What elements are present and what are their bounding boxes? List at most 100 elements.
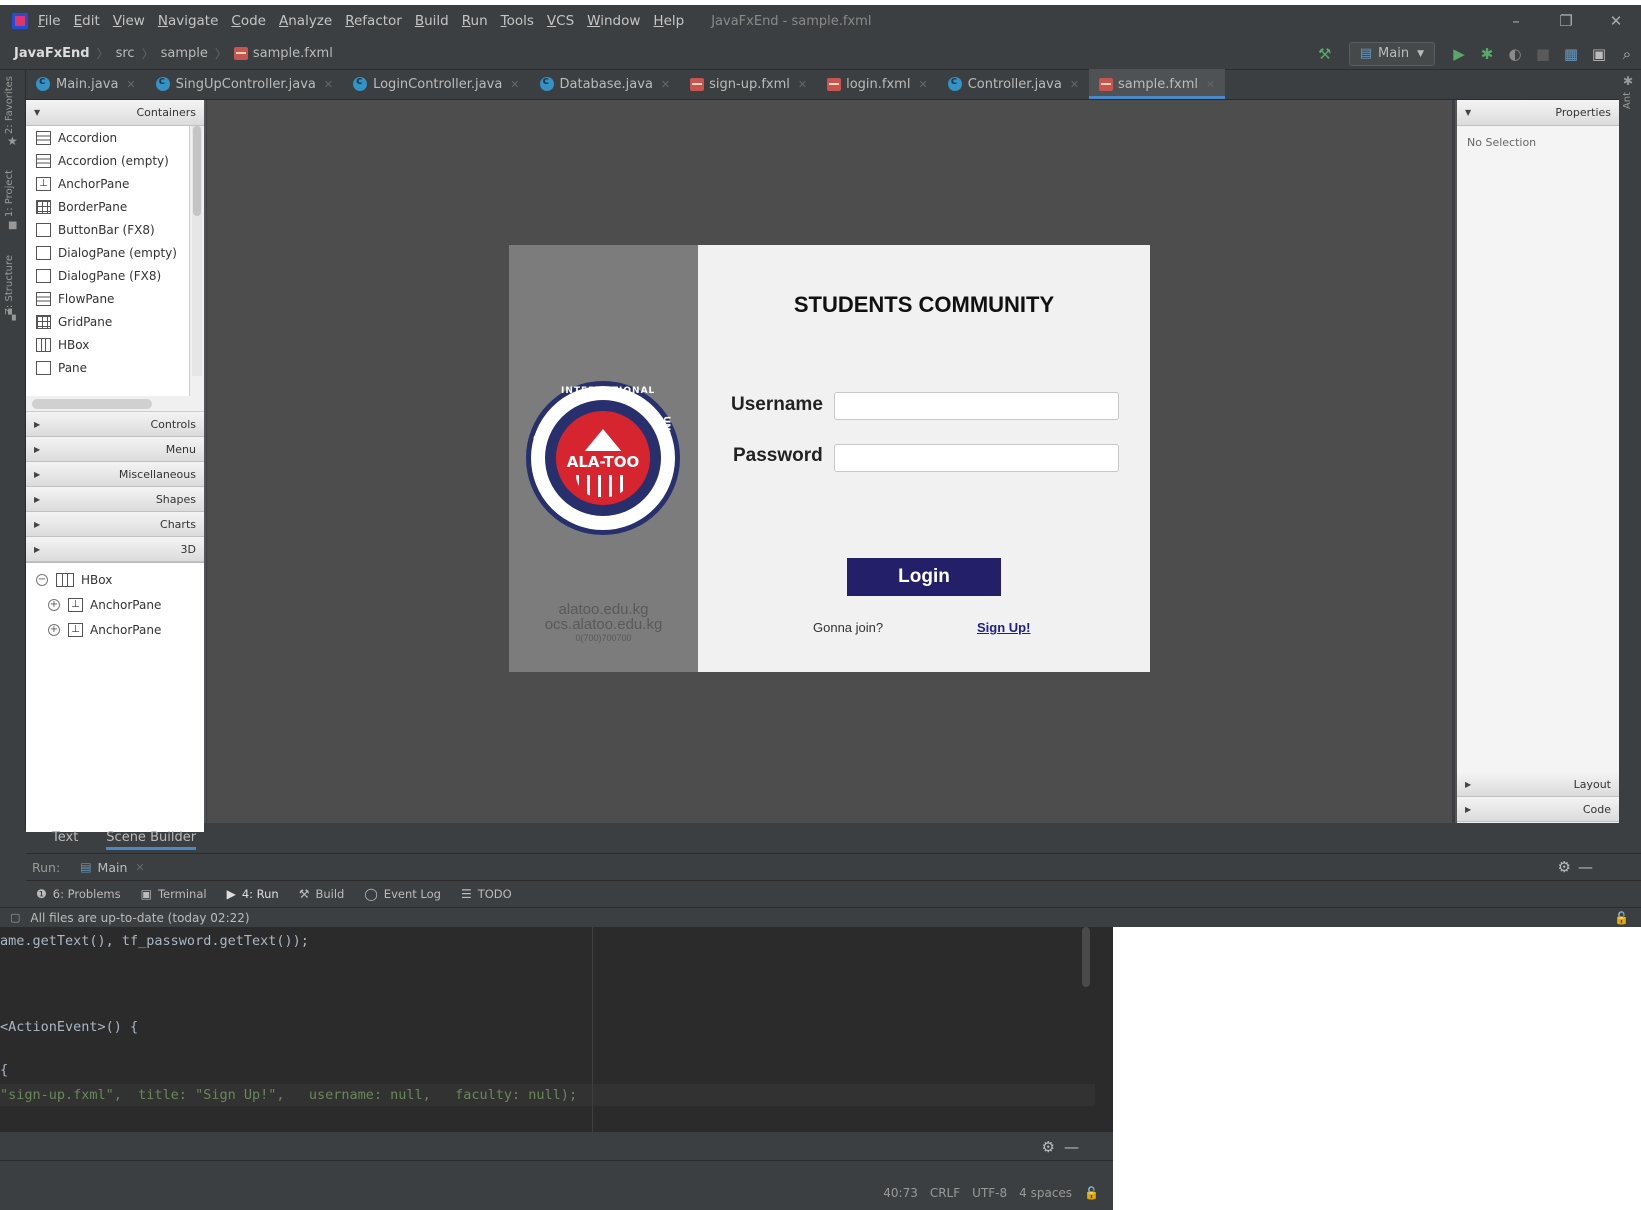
tree-row-anchorpane[interactable]: + ⊥ AnchorPane xyxy=(26,592,204,617)
close-icon[interactable]: ✕ xyxy=(324,78,333,91)
list-item[interactable]: HBox xyxy=(26,333,189,356)
debug-bug-icon[interactable]: ✱ xyxy=(1473,45,1501,63)
close-icon[interactable]: ✕ xyxy=(798,78,807,91)
menu-code[interactable]: Code xyxy=(231,13,266,29)
stop-icon[interactable]: ■ xyxy=(1529,45,1557,63)
section-shapes[interactable]: ▶ Shapes xyxy=(26,487,204,512)
menu-refactor[interactable]: Refactor xyxy=(345,13,402,29)
todo-tool[interactable]: ☰ TODO xyxy=(461,887,512,901)
event-log-tool[interactable]: ◯ Event Log xyxy=(364,887,441,901)
login-left-pane[interactable]: INTERNATIONAL ALA-TOO UNIVERSITY ALA-TOO… xyxy=(509,245,698,672)
run-tool[interactable]: ▶ 4: Run xyxy=(227,887,279,901)
editor-scrollbar-thumb[interactable] xyxy=(1082,927,1090,987)
menu-navigate[interactable]: Navigate xyxy=(158,13,219,29)
list-item[interactable]: ButtonBar (FX8) xyxy=(26,218,189,241)
section-controls[interactable]: ▶ Controls xyxy=(26,412,204,437)
presentation-icon[interactable]: ▣ xyxy=(1585,45,1613,63)
menu-edit[interactable]: Edit xyxy=(74,13,100,29)
close-icon[interactable]: ✕ xyxy=(918,78,927,91)
scrollbar-thumb[interactable] xyxy=(193,126,201,216)
section-menu[interactable]: ▶ Menu xyxy=(26,437,204,462)
breadcrumb-src[interactable]: src xyxy=(116,46,135,61)
build-hammer-icon[interactable]: ⚒ xyxy=(1311,45,1339,63)
scene-builder-canvas[interactable]: INTERNATIONAL ALA-TOO UNIVERSITY ALA-TOO… xyxy=(207,100,1452,823)
list-item[interactable]: FlowPane xyxy=(26,287,189,310)
section-layout[interactable]: ▶ Layout xyxy=(1457,772,1619,797)
restore-icon[interactable]: ❐ xyxy=(1541,12,1591,30)
unlock-icon[interactable]: 🔓 xyxy=(1614,911,1629,925)
file-encoding[interactable]: UTF-8 xyxy=(972,1186,1007,1200)
collapse-icon[interactable]: − xyxy=(36,573,48,586)
tab-scene-builder[interactable]: Scene Builder xyxy=(92,823,210,853)
menu-vcs[interactable]: VCS xyxy=(547,13,574,29)
expand-icon[interactable]: + xyxy=(48,623,60,636)
tab-database-java[interactable]: Database.java ✕ xyxy=(530,69,681,99)
menu-build[interactable]: Build xyxy=(415,13,449,29)
search-icon[interactable]: ⌕ xyxy=(1613,45,1641,63)
close-icon[interactable]: ✕ xyxy=(135,861,144,874)
expand-icon[interactable]: + xyxy=(48,598,60,611)
project-structure-icon[interactable]: ▦ xyxy=(1557,45,1585,63)
terminal-tool[interactable]: ▣ Terminal xyxy=(141,887,207,901)
login-form-preview[interactable]: INTERNATIONAL ALA-TOO UNIVERSITY ALA-TOO… xyxy=(509,245,1150,672)
unlock-icon[interactable]: 🔓 xyxy=(1084,1186,1099,1200)
menu-view[interactable]: View xyxy=(113,13,145,29)
section-code[interactable]: ▶ Code xyxy=(1457,797,1619,822)
layout-icon[interactable]: ▢ xyxy=(10,911,20,924)
caret-position[interactable]: 40:73 xyxy=(883,1186,918,1200)
coverage-icon[interactable]: ◐ xyxy=(1501,45,1529,63)
menu-file[interactable]: File xyxy=(38,13,61,29)
close-icon[interactable]: ✕ xyxy=(661,78,670,91)
username-input[interactable] xyxy=(834,392,1119,420)
run-config-select[interactable]: ▤ Main ▼ xyxy=(1348,41,1435,66)
scrollbar-thumb[interactable] xyxy=(32,399,152,409)
containers-header[interactable]: ▼ Containers xyxy=(26,100,204,126)
build-tool[interactable]: ⚒ Build xyxy=(299,887,345,901)
menu-run[interactable]: Run xyxy=(462,13,488,29)
hide-icon[interactable]: — xyxy=(1578,858,1593,876)
breadcrumb-package[interactable]: sample xyxy=(161,46,208,61)
tab-text[interactable]: Text xyxy=(38,823,92,853)
list-item[interactable]: Pane xyxy=(26,356,189,379)
list-item[interactable]: BorderPane xyxy=(26,195,189,218)
menu-analyze[interactable]: Analyze xyxy=(279,13,332,29)
problems-tool[interactable]: ❶ 6: Problems xyxy=(36,887,121,901)
line-separator[interactable]: CRLF xyxy=(930,1186,960,1200)
login-right-pane[interactable]: STUDENTS COMMUNITY Username Password Log… xyxy=(698,245,1150,672)
indent-setting[interactable]: 4 spaces xyxy=(1019,1186,1072,1200)
tab-login-fxml[interactable]: login.fxml ✕ xyxy=(817,69,938,99)
close-icon[interactable]: ✕ xyxy=(126,78,135,91)
breadcrumb-file[interactable]: sample.fxml xyxy=(253,46,333,61)
ant-tab[interactable]: Ant xyxy=(1622,92,1638,109)
tab-login-controller[interactable]: LoginController.java ✕ xyxy=(343,69,529,99)
tab-controller-java[interactable]: Controller.java ✕ xyxy=(938,69,1089,99)
horizontal-scrollbar[interactable] xyxy=(26,396,204,412)
section-charts[interactable]: ▶ Charts xyxy=(26,512,204,537)
list-item[interactable]: DialogPane (empty) xyxy=(26,241,189,264)
section-3d[interactable]: ▶ 3D xyxy=(26,537,204,562)
close-icon[interactable]: ✕ xyxy=(1070,78,1079,91)
project-tab[interactable]: 1: Project xyxy=(4,170,20,217)
close-icon[interactable]: ✕ xyxy=(1591,12,1641,30)
vertical-scrollbar[interactable] xyxy=(192,126,202,376)
tab-signup-fxml[interactable]: sign-up.fxml ✕ xyxy=(680,69,817,99)
tree-row-hbox[interactable]: − HBox xyxy=(26,567,204,592)
run-icon[interactable]: ▶ xyxy=(1445,45,1473,63)
close-icon[interactable]: ✕ xyxy=(1206,78,1215,91)
list-item[interactable]: DialogPane (FX8) xyxy=(26,264,189,287)
menu-tools[interactable]: Tools xyxy=(501,13,534,29)
hide-icon[interactable]: — xyxy=(1064,1138,1079,1156)
gear-icon[interactable]: ⚙ xyxy=(1042,1138,1055,1156)
list-item[interactable]: GridPane xyxy=(26,310,189,333)
menu-help[interactable]: Help xyxy=(653,13,684,29)
breadcrumb-project[interactable]: JavaFxEnd xyxy=(14,46,90,61)
section-miscellaneous[interactable]: ▶ Miscellaneous xyxy=(26,462,204,487)
list-item[interactable]: Accordion xyxy=(26,126,189,149)
run-tab-main[interactable]: Main xyxy=(98,860,128,875)
tree-row-anchorpane[interactable]: + ⊥ AnchorPane xyxy=(26,617,204,642)
gear-icon[interactable]: ⚙ xyxy=(1558,858,1571,876)
favorites-tab[interactable]: 2: Favorites xyxy=(4,76,20,134)
password-input[interactable] xyxy=(834,444,1119,472)
close-icon[interactable]: ✕ xyxy=(510,78,519,91)
tab-main-java[interactable]: Main.java ✕ xyxy=(26,69,146,99)
